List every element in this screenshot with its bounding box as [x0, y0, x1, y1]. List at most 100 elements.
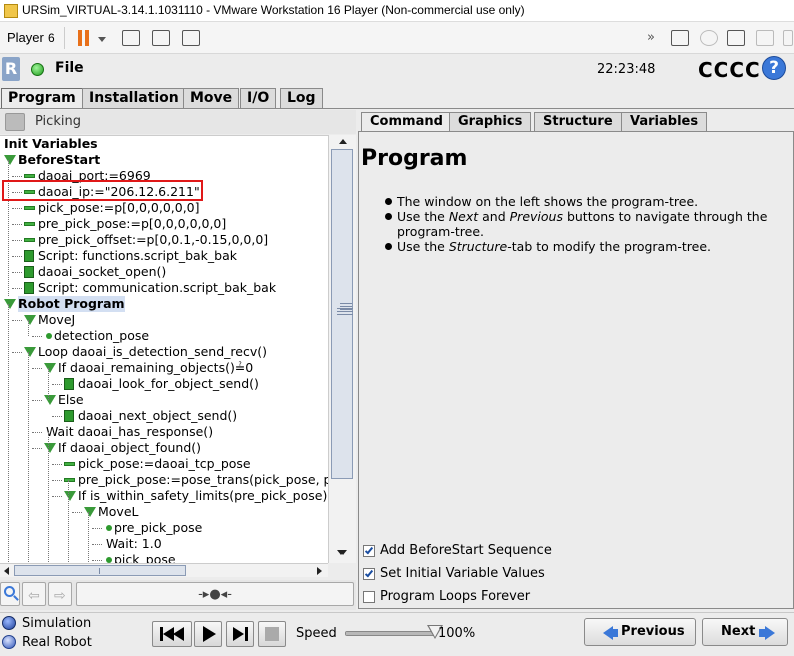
- hard-disk-icon[interactable]: [671, 30, 689, 46]
- tree-connector: [12, 352, 22, 353]
- step-icon-bar: [245, 627, 248, 641]
- tree-node[interactable]: pre_pick_offset:=p[0,0.1,-0.15,0,0,0]: [0, 232, 328, 248]
- speed-slider-track[interactable]: [345, 631, 435, 636]
- send-keys-icon[interactable]: [122, 30, 140, 46]
- tab-move[interactable]: Move: [183, 88, 240, 108]
- tree-node[interactable]: pre_pick_pose:=p[0,0,0,0,0,0]: [0, 216, 328, 232]
- loop-forever-checkbox[interactable]: [363, 591, 375, 603]
- unity-icon[interactable]: [182, 30, 200, 46]
- initial-values-checkbox[interactable]: [363, 568, 375, 580]
- tree-node[interactable]: Wait: 1.0: [0, 536, 328, 552]
- tree-node[interactable]: daoai_next_object_send(): [0, 408, 328, 424]
- tree-drag-handle[interactable]: -▸●◂-: [76, 582, 354, 606]
- printer-icon[interactable]: [756, 30, 774, 46]
- tree-node[interactable]: daoai_look_for_object_send(): [0, 376, 328, 392]
- pause-button[interactable]: [72, 26, 106, 50]
- tree-node[interactable]: Loop daoai_is_detection_send_recv(): [0, 344, 328, 360]
- scroll-right-icon[interactable]: [317, 567, 322, 575]
- expand-triangle-icon: [44, 363, 56, 373]
- scroll-up-icon[interactable]: [339, 139, 347, 144]
- previous-button[interactable]: Previous: [584, 618, 696, 646]
- usb-icon[interactable]: [783, 30, 793, 46]
- tree-node[interactable]: pick_pose:=daoai_tcp_pose: [0, 456, 328, 472]
- robot-status-icon: [31, 63, 44, 76]
- stop-button[interactable]: [258, 621, 286, 647]
- tree-node[interactable]: pre_pick_pose:=pose_trans(pick_pose, p: [0, 472, 328, 488]
- tree-node-label: Wait: 1.0: [106, 536, 162, 551]
- next-button[interactable]: Next: [702, 618, 788, 646]
- tree-node-label: Script: functions.script_bak_bak: [38, 248, 237, 263]
- tree-node-label: pick_pose:=daoai_tcp_pose: [78, 456, 251, 471]
- tree-node[interactable]: MoveJ: [0, 312, 328, 328]
- tree-guide-line: [28, 320, 29, 336]
- tree-node[interactable]: If daoai_remaining_objects()≟0: [0, 360, 328, 376]
- expand-icon[interactable]: »: [647, 30, 655, 45]
- tab-command[interactable]: Command: [361, 112, 452, 131]
- tree-node[interactable]: BeforeStart: [0, 152, 328, 168]
- tree-guide-line: [88, 512, 89, 563]
- tree-node[interactable]: If is_within_safety_limits(pre_pick_pose…: [0, 488, 328, 504]
- before-start-checkbox[interactable]: [363, 545, 375, 557]
- cd-icon[interactable]: [700, 30, 718, 46]
- scroll-left-icon[interactable]: [4, 567, 9, 575]
- tab-graphics[interactable]: Graphics: [449, 112, 532, 131]
- tree-node[interactable]: Init Variables: [0, 136, 328, 152]
- help-icon[interactable]: ?: [762, 56, 786, 80]
- tree-node-label: Init Variables: [4, 136, 98, 151]
- help-text: Use the: [397, 239, 449, 254]
- tree-node[interactable]: pick_pose:=p[0,0,0,0,0,0]: [0, 200, 328, 216]
- tree-horizontal-scrollbar[interactable]: [0, 563, 328, 577]
- tab-installation[interactable]: Installation: [82, 88, 186, 108]
- tree-node[interactable]: Robot Program: [0, 296, 328, 312]
- tree-node[interactable]: Script: functions.script_bak_bak: [0, 248, 328, 264]
- tree-node-label: daoai_next_object_send(): [78, 408, 238, 423]
- tree-connector: [12, 256, 22, 257]
- play-button[interactable]: [194, 621, 222, 647]
- tree-node[interactable]: pre_pick_pose: [0, 520, 328, 536]
- real-robot-radio[interactable]: [2, 635, 16, 649]
- player-menu[interactable]: Player: [7, 30, 44, 45]
- redo-button[interactable]: ⇨: [48, 582, 72, 606]
- tree-node[interactable]: pick_pose: [0, 552, 328, 563]
- tree-connector: [32, 448, 42, 449]
- loop-forever-label: Program Loops Forever: [380, 589, 531, 604]
- waypoint-icon: [46, 333, 52, 339]
- tab-io[interactable]: I/O: [240, 88, 277, 108]
- expand-triangle-icon: [44, 443, 56, 453]
- tree-node[interactable]: daoai_socket_open(): [0, 264, 328, 280]
- rewind-button[interactable]: [152, 621, 192, 647]
- tree-node[interactable]: If daoai_object_found(): [0, 440, 328, 456]
- redo-icon: ⇨: [54, 588, 66, 604]
- step-button[interactable]: [226, 621, 254, 647]
- tab-variables[interactable]: Variables: [621, 112, 708, 131]
- network-icon[interactable]: [727, 30, 745, 46]
- chevron-down-icon: [98, 37, 106, 42]
- tree-node[interactable]: Script: communication.script_bak_bak: [0, 280, 328, 296]
- tree-connector: [32, 400, 42, 401]
- tree-vertical-scrollbar[interactable]: [328, 135, 356, 563]
- tab-divider: [0, 108, 794, 109]
- tab-structure[interactable]: Structure: [534, 112, 622, 131]
- tab-log[interactable]: Log: [280, 88, 323, 108]
- file-menu[interactable]: File: [55, 60, 84, 76]
- tree-node-label: Script: communication.script_bak_bak: [38, 280, 277, 295]
- tree-node[interactable]: MoveL: [0, 504, 328, 520]
- tree-connector: [32, 432, 42, 433]
- hscroll-thumb[interactable]: [14, 565, 186, 576]
- search-button[interactable]: [0, 582, 20, 606]
- simulation-radio[interactable]: [2, 616, 16, 630]
- tree-node[interactable]: Wait daoai_has_response(): [0, 424, 328, 440]
- undo-button[interactable]: ⇦: [22, 582, 46, 606]
- save-icon[interactable]: [5, 113, 25, 131]
- toolbar-divider: [64, 27, 65, 49]
- tree-node[interactable]: detection_pose: [0, 328, 328, 344]
- fullscreen-icon[interactable]: [152, 30, 170, 46]
- splitter-handle[interactable]: [340, 300, 352, 314]
- scroll-down-arrow-icon[interactable]: [337, 550, 345, 555]
- checkmark-icon: [364, 545, 374, 555]
- scroll-thumb[interactable]: [331, 149, 353, 479]
- tree-node[interactable]: Else: [0, 392, 328, 408]
- help-text-emphasis: Previous: [509, 209, 563, 224]
- tab-program[interactable]: Program: [1, 88, 83, 109]
- expand-triangle-icon: [4, 155, 16, 165]
